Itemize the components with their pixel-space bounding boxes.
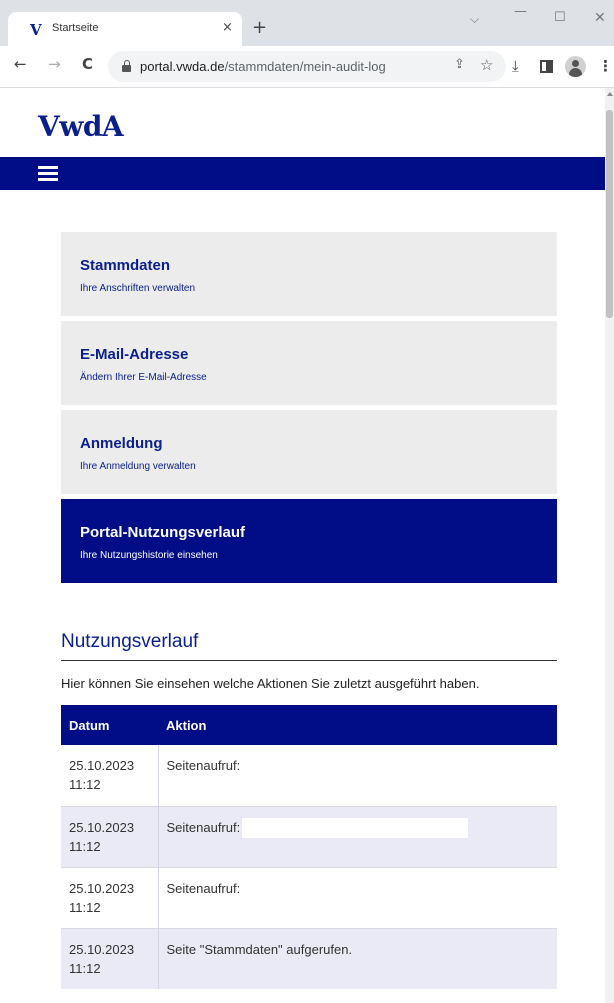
scroll-up-arrow-icon[interactable] [607,92,613,96]
window-close-button[interactable]: ✕ [594,10,606,26]
forward-arrow-icon[interactable]: → [48,57,61,72]
date-cell: 25.10.2023 11:12 [61,866,159,928]
back-arrow-icon[interactable]: ← [14,57,27,72]
table-row: 25.10.2023 11:12 Seitenaufruf: [61,805,557,867]
window-maximize-button[interactable]: ☐ [554,10,566,25]
card-email-adresse[interactable]: E-Mail-Adresse Ändern Ihrer E-Mail-Adres… [61,321,557,405]
row-date: 25.10.2023 [69,758,135,773]
row-action: Seitenaufruf: [166,880,241,896]
section-divider [61,660,557,661]
url-text[interactable]: portal.vwda.de/stammdaten/mein-audit-log [140,59,386,74]
download-icon[interactable]: ⤓ [512,57,519,75]
browser-toolbar: ← → C portal.vwda.de/stammdaten/mein-aud… [0,46,614,88]
main-navbar [0,157,605,190]
card-title: Portal-Nutzungsverlauf [80,524,246,541]
site-logo[interactable]: VwdA [38,110,124,143]
browser-tab[interactable]: V Startseite × [8,12,242,46]
row-time: 11:12 [69,899,101,915]
card-title: E-Mail-Adresse [80,346,189,363]
date-cell: 25.10.2023 11:12 [61,927,159,989]
column-header-aktion: Aktion [158,705,557,745]
action-cell: Seitenaufruf: [158,745,557,806]
redacted-block [242,880,423,899]
audit-log-table: Datum Aktion 25.10.2023 11:12 Seitenaufru… [61,705,557,989]
table-row: 25.10.2023 11:12 Seitenaufruf: [61,745,557,806]
url-host: portal.vwda.de [140,59,225,74]
tab-search-chevron-icon[interactable]: ⌵ [470,12,479,27]
column-header-datum: Datum [61,705,158,745]
browser-titlebar: V Startseite × + ⌵ — ☐ ✕ [0,0,614,46]
kebab-menu-icon[interactable]: ⋮ [598,57,613,75]
card-subtitle: Ihre Nutzungshistorie einsehen [80,550,218,561]
lock-icon[interactable] [122,60,131,72]
scrollbar-thumb[interactable] [606,110,613,318]
action-cell: Seite "Stammdaten" aufgerufen. [158,927,557,989]
card-title: Stammdaten [80,257,171,274]
table-row: 25.10.2023 11:12 Seite "Stammdaten" aufge… [61,927,557,989]
site-favicon-icon: V [30,21,42,39]
row-time: 11:12 [69,777,101,792]
page-scrollbar[interactable] [605,88,614,1003]
share-icon[interactable]: ⇪ [454,57,465,72]
card-subtitle: Ihre Anschriften verwalten [80,283,196,294]
page-viewport: VwdA Stammdaten Ihre Anschriften verwalt… [0,88,605,1003]
section-heading: Nutzungsverlauf [61,631,199,652]
hamburger-menu-icon[interactable] [38,166,58,181]
action-cell: Seitenaufruf: [158,805,557,867]
tab-title: Startseite [52,22,99,34]
reload-icon[interactable]: C [82,57,93,72]
side-panel-icon[interactable] [540,60,553,73]
date-cell: 25.10.2023 11:12 [61,805,159,867]
section-intro: Hier können Sie einsehen welche Aktionen… [61,676,480,691]
url-path: /stammdaten/mein-audit-log [224,59,386,74]
profile-avatar-icon[interactable] [565,56,586,77]
card-anmeldung[interactable]: Anmeldung Ihre Anmeldung verwalten [61,410,557,494]
row-date: 25.10.2023 [69,819,135,835]
redacted-block [242,818,469,839]
card-title: Anmeldung [80,435,163,452]
card-stammdaten[interactable]: Stammdaten Ihre Anschriften verwalten [61,232,557,316]
card-portal-nutzungsverlauf[interactable]: Portal-Nutzungsverlauf Ihre Nutzungshist… [61,499,557,583]
row-action: Seitenaufruf: [166,819,241,835]
row-date: 25.10.2023 [69,880,135,896]
row-action: Seite "Stammdaten" aufgerufen. [166,941,353,957]
card-subtitle: Ihre Anmeldung verwalten [80,461,196,472]
row-action: Seitenaufruf: [166,758,241,773]
new-tab-button[interactable]: + [252,19,267,37]
row-date: 25.10.2023 [69,941,135,957]
address-bar[interactable]: portal.vwda.de/stammdaten/mein-audit-log… [108,51,506,82]
row-time: 11:12 [69,838,101,854]
table-header-row: Datum Aktion [61,705,557,745]
tab-close-icon[interactable]: × [222,20,233,35]
action-cell: Seitenaufruf: [158,866,557,928]
bookmark-star-icon[interactable]: ☆ [480,56,493,74]
window-minimize-button[interactable]: — [514,4,527,19]
card-subtitle: Ändern Ihrer E-Mail-Adresse [80,372,207,383]
table-row: 25.10.2023 11:12 Seitenaufruf: [61,866,557,928]
date-cell: 25.10.2023 11:12 [61,745,159,806]
row-time: 11:12 [69,960,101,976]
redacted-block [242,757,423,776]
